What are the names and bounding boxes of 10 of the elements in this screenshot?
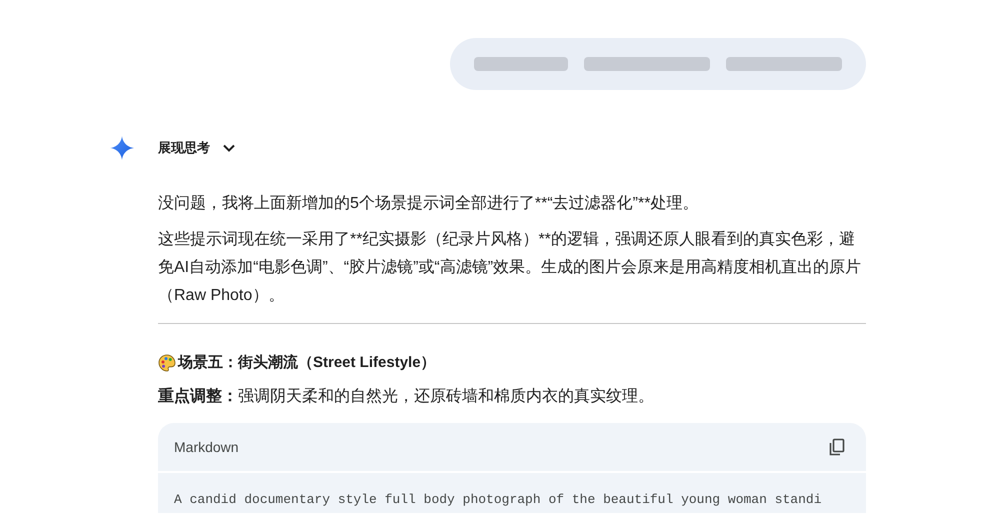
palette-icon [158,354,176,372]
response-paragraph: 这些提示词现在统一采用了**纪实摄影（纪录片风格）**的逻辑，强调还原人眼看到的真实色彩，避免AI自动添加“电影色调”、“胶片滤镜”或“高滤镜”效果。生成的图片会原来是用高精度相机直出的原片（Raw Photo）。 [158,230,862,306]
section-heading: 场景五：街头潮流（Street Lifestyle） [178,353,436,373]
code-language-label: Markdown [174,438,239,457]
response-paragraph: 没问题，我将上面新增加的5个场景提示词全部进行了**“去过滤器化”**处理。 [158,194,700,214]
show-thinking-toggle[interactable]: 展现思考 [158,138,236,158]
code-line: A candid documentary style full body photograph of the beautiful young woman standi [174,492,822,507]
section-note: 重点调整：强调阴天柔和的自然光，还原砖墙和棉质内衣的真实纹理。 [158,386,655,407]
copy-icon [828,438,846,456]
sparkle-icon [110,136,134,160]
